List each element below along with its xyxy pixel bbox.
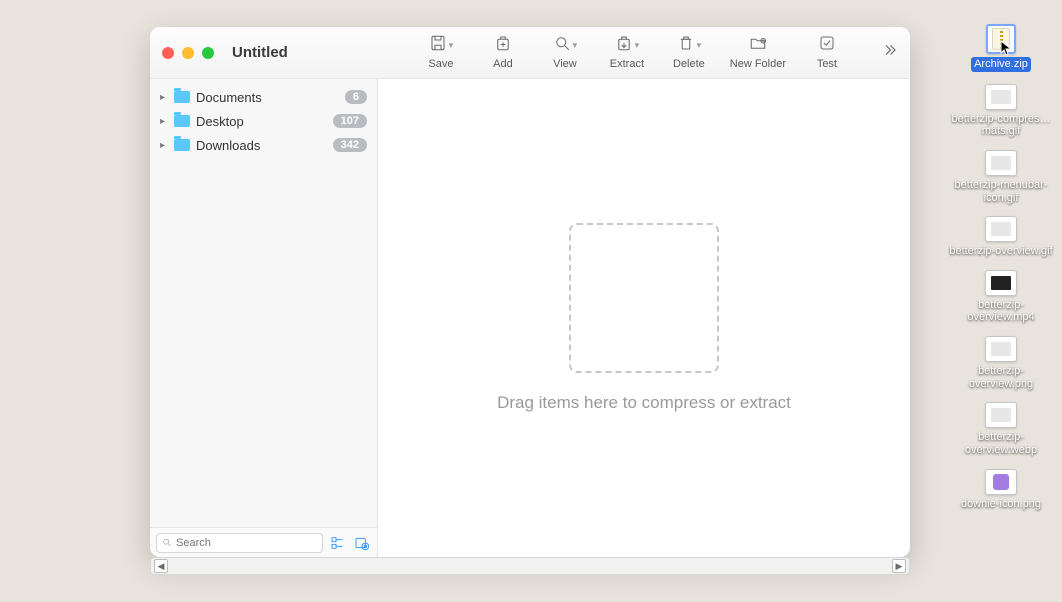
view-button[interactable]: ▾ View <box>541 35 589 70</box>
desktop-file[interactable]: betterzip-menubar-icon.gif <box>946 150 1056 204</box>
desktop-file[interactable]: betterzip-overview.mp4 <box>946 270 1056 324</box>
folder-icon <box>174 91 190 103</box>
file-icon <box>985 402 1017 428</box>
sidebar-item-documents[interactable]: ▸ Documents 6 <box>154 85 373 109</box>
chevron-right-icon[interactable]: ▸ <box>160 92 170 103</box>
desktop-icons: Archive.zip betterzip-compres…mats.gif b… <box>946 24 1056 510</box>
sidebar-item-downloads[interactable]: ▸ Downloads 342 <box>154 133 373 157</box>
file-icon <box>985 469 1017 495</box>
sidebar-preview-button[interactable] <box>353 534 371 552</box>
search-input[interactable] <box>176 537 317 549</box>
horizontal-scrollbar[interactable]: ◀ ▶ <box>150 557 910 575</box>
window-title: Untitled <box>232 44 288 61</box>
file-icon <box>985 336 1017 362</box>
drop-text: Drag items here to compress or extract <box>497 393 791 413</box>
chevron-down-icon: ▾ <box>449 40 454 51</box>
count-badge: 107 <box>333 114 367 128</box>
traffic-lights <box>162 47 214 59</box>
file-icon <box>985 84 1017 110</box>
new-folder-label: New Folder <box>730 58 786 70</box>
view-label: View <box>553 58 577 70</box>
add-button[interactable]: Add <box>479 35 527 70</box>
window-body: ▸ Documents 6 ▸ Desktop 107 ▸ Downloads … <box>150 79 910 557</box>
sidebar-list: ▸ Documents 6 ▸ Desktop 107 ▸ Downloads … <box>150 79 377 527</box>
file-label: betterzip-overview.png <box>946 365 1056 390</box>
sidebar-footer <box>150 527 377 557</box>
delete-label: Delete <box>673 58 705 70</box>
sidebar-item-label: Downloads <box>196 138 333 153</box>
main-area[interactable]: Drag items here to compress or extract <box>378 79 910 557</box>
file-icon <box>985 150 1017 176</box>
desktop-file[interactable]: betterzip-overview.png <box>946 336 1056 390</box>
sidebar: ▸ Documents 6 ▸ Desktop 107 ▸ Downloads … <box>150 79 378 557</box>
toolbar: ▾ Save Add ▾ View ▾ Extract ▾ Delete New <box>417 35 851 70</box>
app-window: Untitled ▾ Save Add ▾ View ▾ Extract ▾ D… <box>150 27 910 557</box>
extract-icon <box>615 34 633 57</box>
sidebar-item-desktop[interactable]: ▸ Desktop 107 <box>154 109 373 133</box>
close-window-button[interactable] <box>162 47 174 59</box>
chevron-down-icon: ▾ <box>635 40 640 51</box>
add-label: Add <box>493 58 513 70</box>
file-icon <box>985 270 1017 296</box>
desktop-file[interactable]: downie-icon.png <box>946 469 1056 511</box>
extract-button[interactable]: ▾ Extract <box>603 35 651 70</box>
save-label: Save <box>428 58 453 70</box>
chevron-down-icon: ▾ <box>573 40 578 51</box>
search-icon <box>162 537 172 548</box>
count-badge: 342 <box>333 138 367 152</box>
scroll-right-button[interactable]: ▶ <box>892 559 906 573</box>
desktop-file[interactable]: betterzip-overview.webp <box>946 402 1056 456</box>
search-input-wrapper[interactable] <box>156 533 323 553</box>
overflow-button[interactable] <box>880 41 898 64</box>
file-label: betterzip-overview.mp4 <box>946 299 1056 324</box>
chevron-down-icon: ▾ <box>697 40 702 51</box>
test-label: Test <box>817 58 837 70</box>
chevron-right-icon[interactable]: ▸ <box>160 116 170 127</box>
file-icon <box>985 216 1017 242</box>
mouse-cursor <box>1000 40 1016 61</box>
view-icon <box>553 34 571 57</box>
count-badge: 6 <box>345 90 367 104</box>
delete-icon <box>677 34 695 57</box>
delete-button[interactable]: ▾ Delete <box>665 35 713 70</box>
sidebar-item-label: Desktop <box>196 114 333 129</box>
file-label: betterzip-menubar-icon.gif <box>946 179 1056 204</box>
maximize-window-button[interactable] <box>202 47 214 59</box>
minimize-window-button[interactable] <box>182 47 194 59</box>
test-icon <box>818 34 836 57</box>
drop-zone[interactable] <box>569 223 719 373</box>
new-folder-button[interactable]: New Folder <box>727 35 789 70</box>
add-icon <box>494 34 512 57</box>
file-label: betterzip-compres…mats.gif <box>946 113 1056 138</box>
folder-icon <box>174 115 190 127</box>
sidebar-tree-button[interactable] <box>329 534 347 552</box>
save-icon <box>429 34 447 57</box>
file-label: betterzip-overview.gif <box>947 245 1054 258</box>
titlebar: Untitled ▾ Save Add ▾ View ▾ Extract ▾ D… <box>150 27 910 79</box>
new-folder-icon <box>749 34 767 57</box>
scroll-left-button[interactable]: ◀ <box>154 559 168 573</box>
save-button[interactable]: ▾ Save <box>417 35 465 70</box>
desktop-file[interactable]: betterzip-compres…mats.gif <box>946 84 1056 138</box>
desktop-file[interactable]: betterzip-overview.gif <box>946 216 1056 258</box>
file-label: betterzip-overview.webp <box>946 431 1056 456</box>
sidebar-item-label: Documents <box>196 90 345 105</box>
extract-label: Extract <box>610 58 644 70</box>
chevron-right-icon[interactable]: ▸ <box>160 140 170 151</box>
file-label: downie-icon.png <box>959 498 1043 511</box>
test-button[interactable]: Test <box>803 35 851 70</box>
folder-icon <box>174 139 190 151</box>
